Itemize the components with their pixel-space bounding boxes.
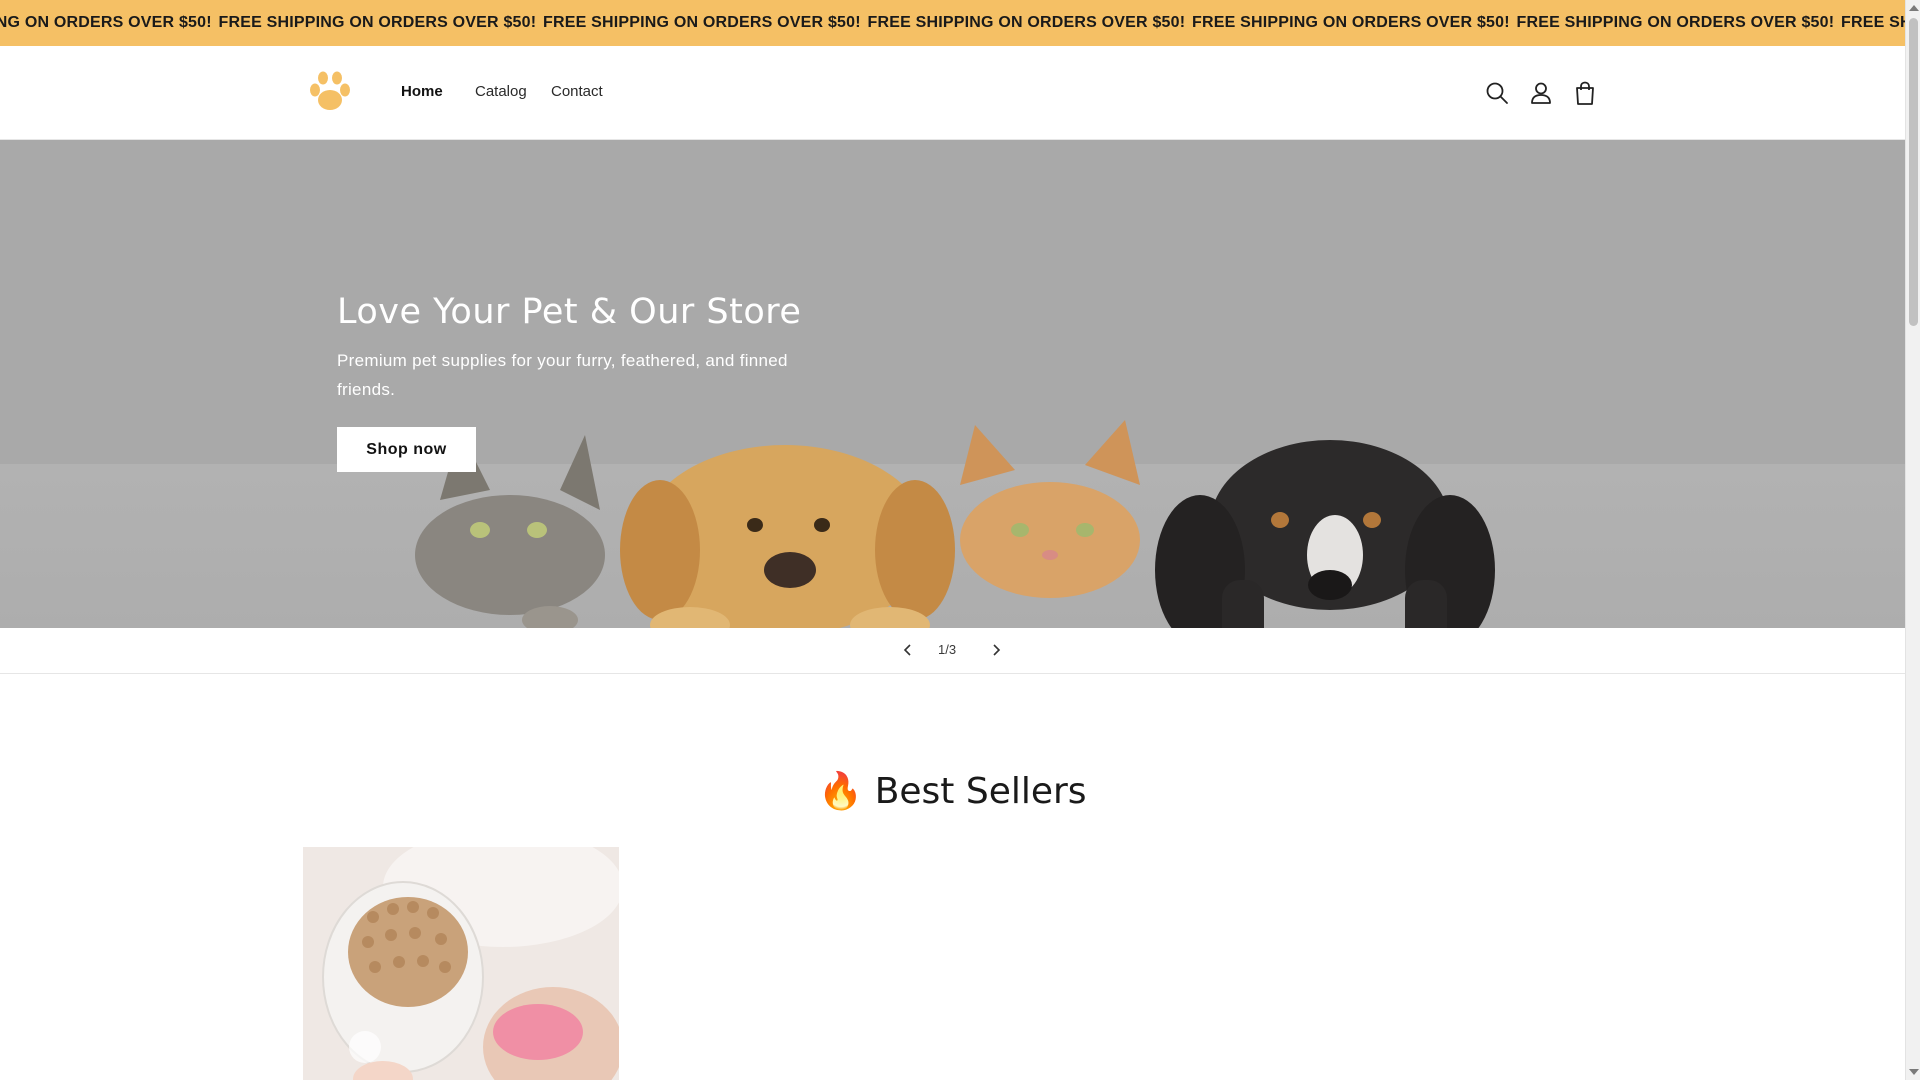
- cart-icon: [1576, 81, 1594, 105]
- hero-content: Love Your Pet & Our Store Premium pet su…: [337, 292, 817, 404]
- cat-illustration-orange: [960, 420, 1140, 598]
- slideshow-controls: 1/3: [0, 628, 1905, 674]
- pet-brush-product-image: [303, 847, 619, 1080]
- nav-contact[interactable]: Contact: [551, 83, 603, 100]
- dog-illustration-golden: [620, 445, 955, 628]
- chevron-left-icon: [903, 644, 911, 656]
- shop-now-button[interactable]: Shop now: [337, 427, 476, 472]
- pets-illustration: [415, 420, 1495, 628]
- nav-home[interactable]: Home: [401, 83, 443, 100]
- announcement-message: FREE SHIPPING ON ORDERS OVER $50!: [543, 14, 861, 31]
- dog-illustration-black: [1155, 440, 1495, 628]
- announcement-message: FREE SHIPPING ON ORDERS OVER $50!: [1516, 14, 1835, 31]
- chevron-right-icon: [993, 644, 1001, 656]
- best-sellers-title: 🔥 Best Sellers: [818, 771, 1087, 812]
- next-slide-button[interactable]: [987, 641, 1005, 659]
- hero-subtitle: Premium pet supplies for your furry, fea…: [337, 351, 788, 399]
- account-icon: [1531, 82, 1551, 104]
- scrollbar-thumb[interactable]: [1909, 18, 1918, 326]
- page-scrollbar[interactable]: [1905, 0, 1920, 1080]
- announcement-track: FREE SHIPPING ON ORDERS OVER $50! FREE S…: [0, 0, 1905, 46]
- announcement-message: FREE SHIPPING ON ORDERS OVER $50!: [867, 14, 1186, 31]
- account-button[interactable]: [1528, 80, 1554, 106]
- hero-title: Love Your Pet & Our Store: [337, 292, 802, 332]
- hero-banner: Love Your Pet & Our Store Premium pet su…: [0, 140, 1905, 628]
- product-card-image[interactable]: [303, 847, 619, 1080]
- search-button[interactable]: [1484, 80, 1510, 106]
- announcement-message: FREE SHIPPING ON ORDERS OVER $50!: [0, 14, 212, 31]
- cart-button[interactable]: [1572, 80, 1598, 106]
- scroll-down-icon[interactable]: [1909, 1069, 1919, 1075]
- announcement-bar: FREE SHIPPING ON ORDERS OVER $50! FREE S…: [0, 0, 1905, 46]
- paw-print-icon: [310, 71, 350, 110]
- announcement-message: FREE SHIPPING ON ORDERS OVER $50!: [1192, 14, 1510, 31]
- site-header: Home Catalog Contact: [0, 46, 1905, 140]
- storefront-page: FREE SHIPPING ON ORDERS OVER $50! FREE S…: [0, 0, 1905, 1080]
- announcement-message: FREE SHIPPING ON ORDERS OVER $50!: [1841, 14, 1905, 31]
- slide-counter: 1/3: [938, 642, 957, 657]
- previous-slide-button[interactable]: [899, 641, 917, 659]
- announcement-message: FREE SHIPPING ON ORDERS OVER $50!: [218, 14, 537, 31]
- nav-catalog[interactable]: Catalog: [475, 83, 527, 100]
- scroll-up-icon[interactable]: [1909, 5, 1919, 11]
- search-icon: [1486, 82, 1508, 104]
- store-logo[interactable]: [306, 70, 354, 114]
